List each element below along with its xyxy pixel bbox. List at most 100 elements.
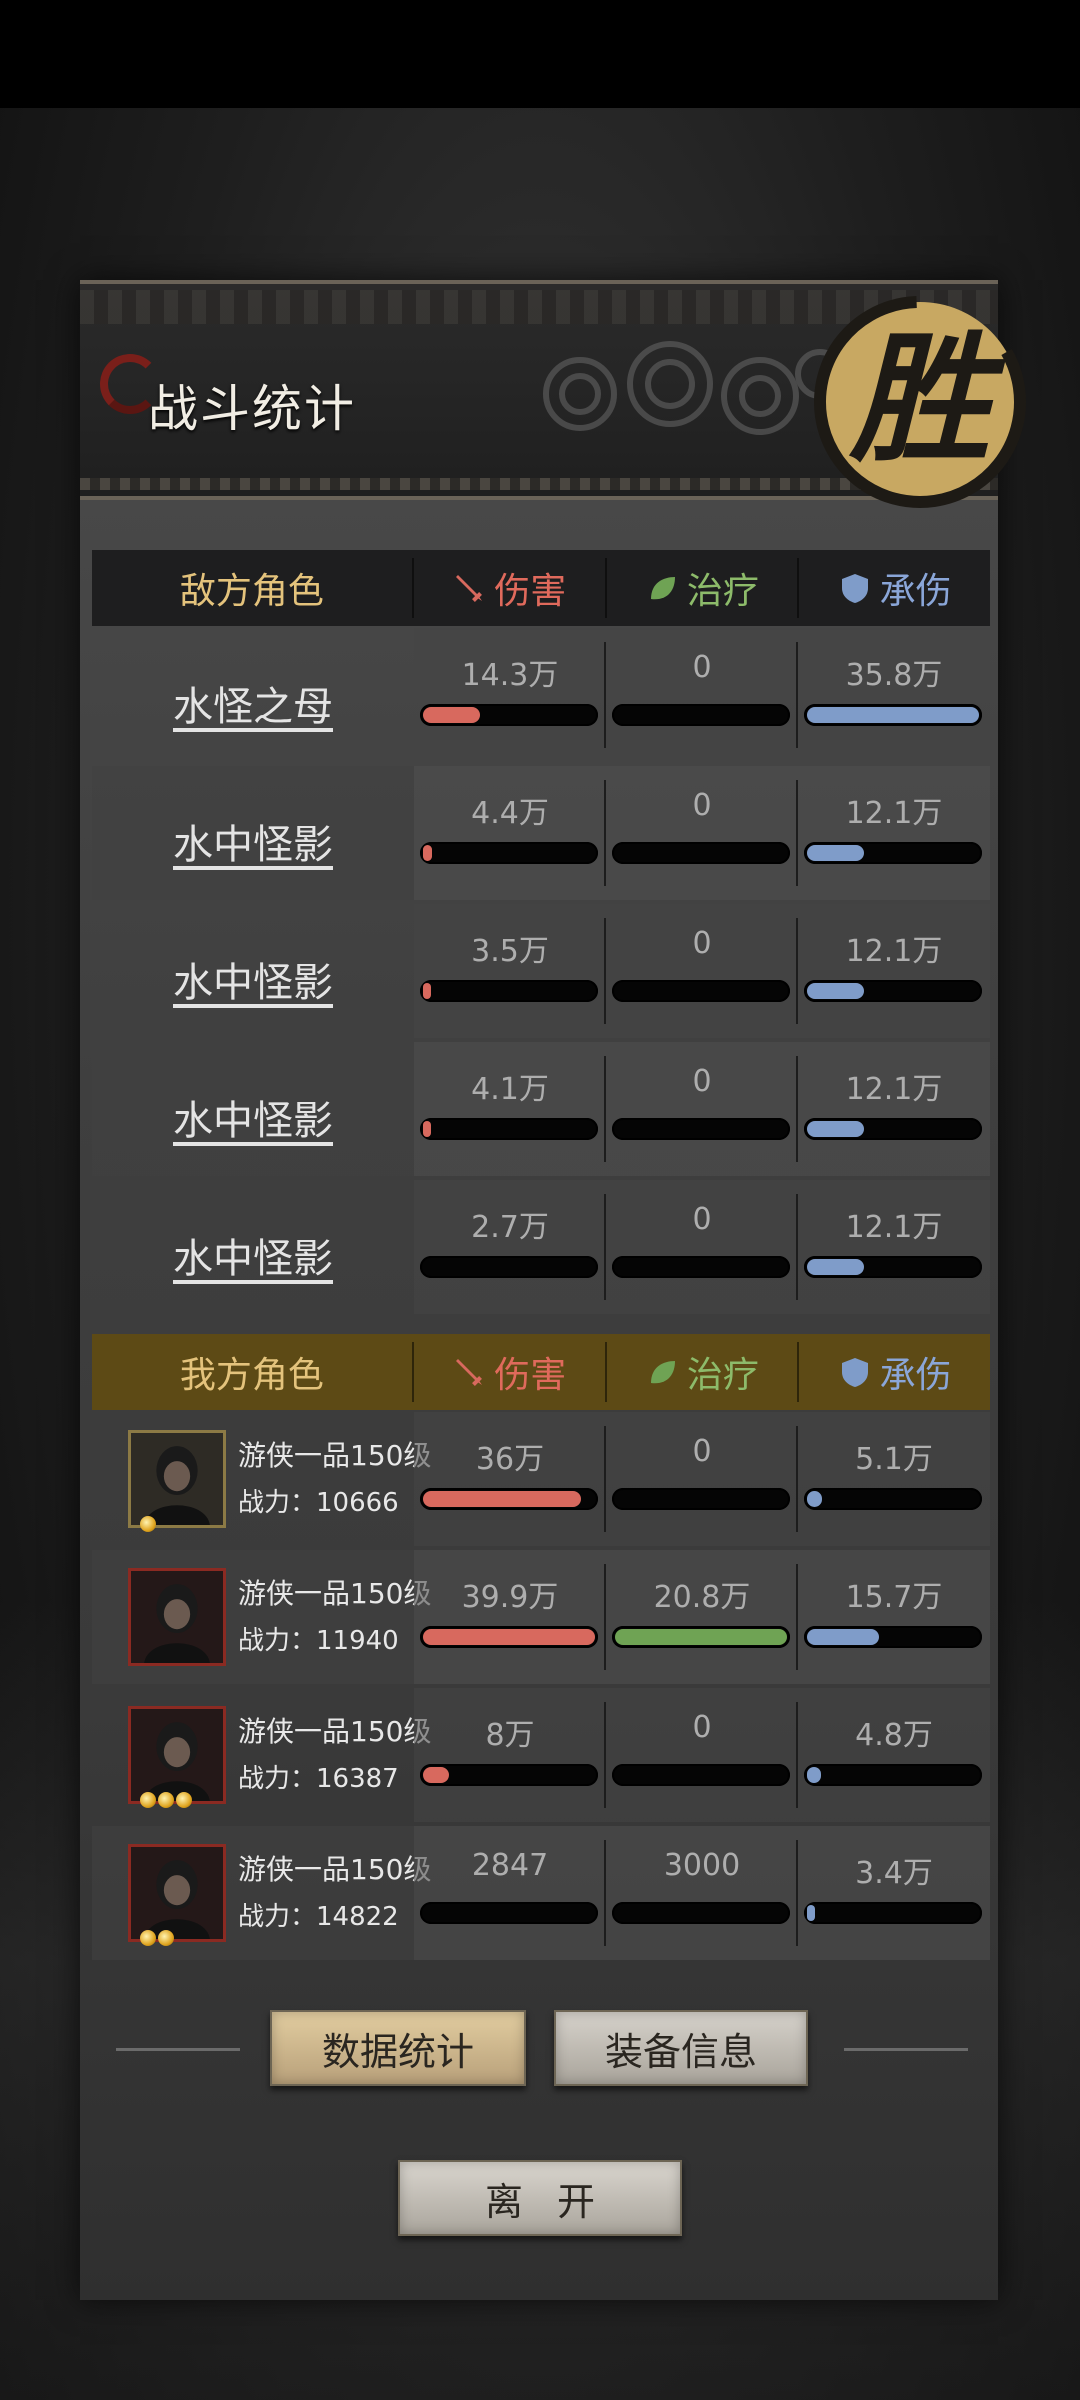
hero-avatar[interactable] [128,1844,226,1942]
taken-bar [804,1488,982,1510]
heal-value: 0 [692,1710,712,1745]
heal-value: 0 [692,788,712,823]
enemy-row: 水中怪影 3.5万 0 12.1万 [92,904,990,1038]
hero-class-level: 游侠一品150级 [238,1853,432,1886]
enemy-row: 水中怪影 4.1万 0 12.1万 [92,1042,990,1176]
taken-stat: 4.8万 [798,1688,990,1822]
heal-stat: 20.8万 [606,1550,798,1684]
column-divider [604,1702,606,1808]
column-divider [796,642,798,748]
enemy-name-link[interactable]: 水中怪影 [92,1088,414,1146]
damage-stat: 2.7万 [414,1180,606,1314]
power-label: 战力： [238,1764,317,1794]
damage-bar-fill [423,845,432,861]
column-divider [796,1194,798,1300]
stat-area: 2847 3000 3.4万 [414,1826,990,1960]
damage-stat: 8万 [414,1688,606,1822]
sword-icon [456,1359,483,1386]
enemy-name-link[interactable]: 水怪之母 [92,674,414,732]
name-cell[interactable]: 游侠一品150级战力：10666 [92,1412,431,1546]
star-icon [176,1792,192,1808]
taken-value: 35.8万 [845,658,943,693]
stats-button[interactable]: 数据统计 [270,2010,526,2086]
damage-bar-fill [423,983,431,999]
shield-icon [841,1358,868,1387]
star-rating [140,1792,192,1808]
stat-area: 36万 0 5.1万 [414,1412,990,1546]
star-rating [140,1930,174,1946]
heal-bar [612,1488,790,1510]
taken-value: 12.1万 [845,796,943,831]
stat-area: 14.3万 0 35.8万 [414,628,990,762]
damage-column-header: 伤害 [411,558,605,618]
damage-value: 4.4万 [471,796,549,831]
taken-label: 承伤 [879,571,952,612]
damage-value: 14.3万 [461,658,559,693]
damage-value: 3.5万 [471,934,549,969]
hero-power: 战力：14822 [238,1896,399,1933]
enemy-row: 水中怪影 4.4万 0 12.1万 [92,766,990,900]
damage-column-header: 伤害 [411,1342,605,1402]
ally-row: 游侠一品150级 战力：11940 39.9万 20.8万 15.7万 [92,1550,990,1684]
damage-stat: 39.9万 [414,1550,606,1684]
cloud-ornament-icon [543,341,845,435]
star-icon [140,1516,156,1532]
taken-column-header: 承伤 [797,1342,990,1402]
damage-stat: 4.4万 [414,766,606,900]
star-icon [158,1792,174,1808]
taken-value: 5.1万 [855,1442,933,1477]
hero-class-level: 游侠一品150级 [238,1577,432,1610]
taken-label: 承伤 [879,1355,952,1396]
heal-value: 0 [692,1434,712,1469]
hero-class-level: 游侠一品150级 [238,1439,432,1472]
heal-stat: 0 [606,628,798,762]
damage-value: 8万 [485,1718,535,1753]
hero-power: 战力：11940 [238,1620,399,1657]
taken-bar [804,1256,982,1278]
column-divider [796,1840,798,1946]
hero-power: 战力：10666 [238,1482,399,1519]
taken-bar [804,842,982,864]
taken-stat: 35.8万 [798,628,990,762]
ally-column-label: 我方角色 [179,1355,324,1396]
equipment-button[interactable]: 装备信息 [554,2010,808,2086]
enemy-name-link[interactable]: 水中怪影 [92,812,414,870]
taken-value: 15.7万 [845,1580,943,1615]
sword-icon [456,575,483,602]
page-title: 战斗统计 [148,380,356,438]
taken-bar [804,980,982,1002]
stat-area: 39.9万 20.8万 15.7万 [414,1550,990,1684]
column-divider [604,1426,606,1532]
hero-avatar[interactable] [128,1430,226,1528]
enemy-name-link[interactable]: 水中怪影 [92,1226,414,1284]
power-value: 10666 [316,1488,399,1518]
heal-bar [612,1118,790,1140]
ally-row: 游侠一品150级 战力：10666 36万 0 5.1万 [92,1412,990,1546]
taken-bar-fill [807,1905,815,1921]
star-icon [158,1930,174,1946]
damage-value: 2.7万 [471,1210,549,1245]
damage-bar-fill [423,1767,449,1783]
column-divider [604,1056,606,1162]
name-cell[interactable]: 游侠一品150级 战力：16387 [92,1688,431,1822]
taken-column-header: 承伤 [797,558,990,618]
leaf-icon [650,577,675,600]
damage-value: 2847 [471,1848,549,1883]
damage-bar [420,1902,598,1924]
heal-bar [612,1626,790,1648]
heal-value: 0 [692,1064,712,1099]
taken-stat: 12.1万 [798,1180,990,1314]
name-cell: 水怪之母 [92,628,414,762]
taken-value: 12.1万 [845,1072,943,1107]
name-cell[interactable]: 游侠一品150级战力：14822 [92,1826,431,1960]
column-divider [796,1702,798,1808]
leave-button[interactable]: 离开 [398,2160,682,2236]
damage-bar-fill [423,1491,581,1507]
hero-avatar[interactable] [128,1706,226,1804]
name-cell[interactable]: 游侠一品150级战力：11940 [92,1550,431,1684]
heal-bar-fill [615,1629,787,1645]
hero-avatar[interactable] [128,1568,226,1666]
ally-row: 游侠一品150级 战力：16387 8万 0 4.8万 [92,1688,990,1822]
enemy-name-link[interactable]: 水中怪影 [92,950,414,1008]
hero-class-level: 游侠一品150级 [238,1715,432,1748]
